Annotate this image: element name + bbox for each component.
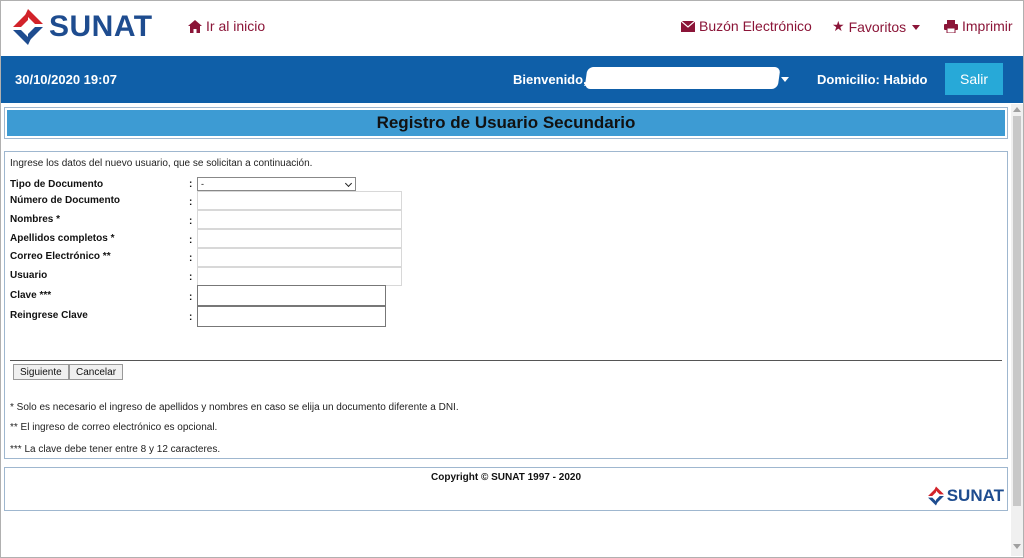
home-link-label: Ir al inicio xyxy=(206,18,266,34)
note-email: ** El ingreso de correo electrónico es o… xyxy=(10,422,218,433)
domicile-status: Domicilio: Habido xyxy=(817,72,928,87)
document-type-value: - xyxy=(201,179,204,189)
logo-text: SUNAT xyxy=(49,10,153,43)
scrollbar-thumb[interactable] xyxy=(1013,116,1021,506)
next-button[interactable]: Siguiente xyxy=(13,364,69,380)
colon: : xyxy=(189,235,193,246)
registration-form: Ingrese los datos del nuevo usuario, que… xyxy=(4,151,1008,459)
page-title-banner: Registro de Usuario Secundario xyxy=(7,110,1005,136)
home-icon xyxy=(188,19,202,33)
colon: : xyxy=(189,216,193,227)
top-header: SUNAT Ir al inicio Buzón Electrónico ★ F… xyxy=(1,1,1023,56)
confirm-password-label: Reingrese Clave xyxy=(10,310,88,321)
session-datetime: 30/10/2020 19:07 xyxy=(15,72,117,87)
colon: : xyxy=(189,292,193,303)
names-label: Nombres * xyxy=(10,214,61,225)
document-number-label: Número de Documento xyxy=(10,195,121,206)
mailbox-link[interactable]: Buzón Electrónico xyxy=(681,18,812,34)
colon: : xyxy=(189,312,193,323)
footer-logo-text: SUNAT xyxy=(946,486,1004,505)
email-label: Correo Electrónico ** xyxy=(10,251,111,262)
mailbox-link-label: Buzón Electrónico xyxy=(699,18,812,34)
print-link[interactable]: Imprimir xyxy=(944,18,1013,34)
divider xyxy=(10,360,1002,361)
page-title-box: Registro de Usuario Secundario xyxy=(4,107,1008,139)
printer-icon xyxy=(944,19,958,33)
logout-button[interactable]: Salir xyxy=(945,63,1003,95)
document-type-select[interactable]: - xyxy=(197,177,356,191)
page-title: Registro de Usuario Secundario xyxy=(376,113,636,132)
note-password: *** La clave debe tener entre 8 y 12 car… xyxy=(10,444,221,455)
colon: : xyxy=(189,253,193,264)
user-bar: 30/10/2020 19:07 Bienvenido, Domicilio: … xyxy=(1,56,1023,103)
colon: : xyxy=(189,272,193,283)
username-input[interactable] xyxy=(197,267,402,286)
welcome-text: Bienvenido, xyxy=(513,72,587,87)
note-names: * Solo es necesario el ingreso de apelli… xyxy=(10,402,459,413)
colon: : xyxy=(189,179,193,190)
surnames-input[interactable] xyxy=(197,229,402,248)
document-type-label: Tipo de Documento xyxy=(10,179,104,190)
favorites-label: Favoritos xyxy=(848,18,907,35)
footer-logo: SUNAT xyxy=(927,485,1004,507)
document-number-input[interactable] xyxy=(197,191,402,210)
chevron-down-icon xyxy=(344,179,353,188)
email-input[interactable] xyxy=(197,248,402,267)
redacted-username xyxy=(584,67,781,89)
confirm-password-input[interactable] xyxy=(197,306,386,327)
print-link-label: Imprimir xyxy=(962,18,1013,34)
password-label: Clave *** xyxy=(10,290,52,301)
envelope-icon xyxy=(681,20,695,32)
favorites-dropdown[interactable]: ★ Favoritos xyxy=(832,18,921,35)
username-label: Usuario xyxy=(10,270,48,281)
scroll-down-arrow-icon[interactable] xyxy=(1013,544,1021,549)
form-intro: Ingrese los datos del nuevo usuario, que… xyxy=(10,158,313,169)
footer: Copyright © SUNAT 1997 - 2020 SUNAT xyxy=(4,467,1008,511)
surnames-label: Apellidos completos * xyxy=(10,233,115,244)
sunat-logo[interactable]: SUNAT xyxy=(11,7,153,47)
copyright-text: Copyright © SUNAT 1997 - 2020 xyxy=(431,472,581,483)
colon: : xyxy=(189,197,193,208)
home-link[interactable]: Ir al inicio xyxy=(188,18,265,34)
scroll-up-arrow-icon[interactable] xyxy=(1013,107,1021,112)
password-input[interactable] xyxy=(197,285,386,306)
names-input[interactable] xyxy=(197,210,402,229)
user-menu-chevron-icon[interactable] xyxy=(781,77,789,82)
sunat-logo-icon xyxy=(927,486,944,506)
sunat-logo-icon xyxy=(13,9,43,45)
chevron-down-icon xyxy=(912,25,921,30)
star-icon: ★ xyxy=(832,18,845,34)
cancel-button[interactable]: Cancelar xyxy=(69,364,124,380)
